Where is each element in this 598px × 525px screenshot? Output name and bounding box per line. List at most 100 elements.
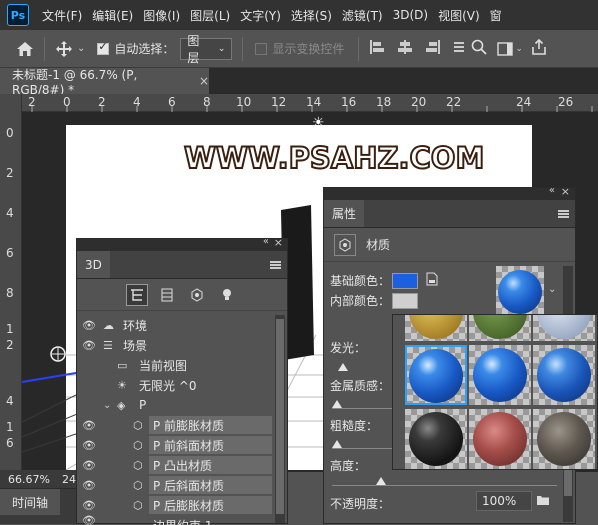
- chevron-down-icon[interactable]: ⌄: [77, 43, 85, 54]
- base-color-swatch[interactable]: [392, 272, 419, 289]
- home-icon[interactable]: [12, 41, 38, 57]
- scrollbar-thumb[interactable]: [276, 319, 284, 514]
- chevron-down-icon[interactable]: ⌄: [548, 284, 556, 295]
- inner-color-row: 内部颜色：: [330, 292, 419, 309]
- visibility-eye-icon[interactable]: 👁: [81, 479, 97, 492]
- material-preview-thumbnail[interactable]: [496, 266, 544, 318]
- ruler-top-label: 14: [306, 95, 322, 109]
- metal-slider-track[interactable]: [332, 408, 396, 409]
- panel-menu-icon[interactable]: [270, 261, 281, 269]
- tree-row-environment[interactable]: 👁 ☁ 环境: [77, 315, 272, 335]
- glow-slider-knob[interactable]: [338, 363, 348, 371]
- chevron-down-icon[interactable]: ⌄: [103, 400, 111, 411]
- close-panel-icon[interactable]: ×: [274, 236, 283, 249]
- roughness-slider-knob[interactable]: [332, 440, 342, 448]
- tree-row-scene[interactable]: 👁 ☰ 场景: [77, 335, 272, 355]
- scene-filter-icon[interactable]: [126, 283, 148, 306]
- visibility-eye-icon[interactable]: 👁: [81, 339, 97, 352]
- tree-row-mesh[interactable]: ⌄ ◈ P: [77, 395, 272, 415]
- camera-icon: ▭: [117, 358, 128, 372]
- panel-menu-icon[interactable]: [558, 210, 569, 218]
- search-icon[interactable]: [471, 39, 488, 58]
- mesh-filter-icon[interactable]: [156, 284, 178, 306]
- material-swatch[interactable]: [533, 345, 595, 405]
- visibility-eye-icon[interactable]: 👁: [81, 439, 97, 452]
- 3d-axis-widget[interactable]: [22, 342, 82, 462]
- material-swatch[interactable]: [405, 409, 467, 469]
- move-tool-icon[interactable]: ⌄: [55, 40, 85, 58]
- menu-edit[interactable]: 编辑(E): [87, 7, 138, 24]
- light-filter-icon[interactable]: [216, 284, 238, 306]
- workspace-icon[interactable]: ⌄: [497, 41, 523, 56]
- collapse-icon[interactable]: «: [549, 185, 555, 196]
- roughness-slider-track[interactable]: [332, 448, 396, 449]
- tree-row-material[interactable]: 👁 ⬡ P 后膨胀材质: [77, 495, 272, 515]
- panel-collapse-strip[interactable]: « ×: [324, 185, 575, 200]
- menu-3d[interactable]: 3D(D): [388, 8, 433, 22]
- material-swatch[interactable]: [405, 315, 467, 341]
- height-slider-track[interactable]: [332, 485, 557, 486]
- close-icon[interactable]: ×: [199, 74, 209, 88]
- ruler-vertical[interactable]: 0 2 4 6 8 1 2 4 1 6: [0, 94, 22, 474]
- collapse-icon[interactable]: «: [263, 236, 269, 247]
- menu-layer[interactable]: 图层(L): [185, 7, 235, 24]
- menu-view[interactable]: 视图(V): [433, 7, 485, 24]
- ruler-left-label: 6: [6, 436, 14, 450]
- material-swatch[interactable]: [469, 345, 531, 405]
- menu-image[interactable]: 图像(I): [138, 7, 185, 24]
- timeline-panel: 时间轴: [0, 488, 80, 524]
- visibility-eye-icon[interactable]: 👁: [81, 319, 97, 332]
- align-left-icon[interactable]: [369, 39, 385, 58]
- menu-window[interactable]: 窗: [485, 7, 507, 24]
- tree-row-current-view[interactable]: ▭ 当前视图: [77, 355, 272, 375]
- tree-row-label: P 前斜面材质: [153, 438, 225, 453]
- texture-file-icon[interactable]: [426, 272, 438, 289]
- tree-row-material[interactable]: 👁 ⬡ P 凸出材质: [77, 455, 272, 475]
- metal-slider-knob[interactable]: [332, 400, 342, 408]
- distribute-icon[interactable]: [453, 39, 465, 58]
- tab-3d[interactable]: 3D: [77, 251, 110, 278]
- folder-icon[interactable]: [536, 494, 550, 509]
- auto-select-target-dropdown[interactable]: 图层 ⌄: [180, 34, 233, 65]
- menu-file[interactable]: 文件(F): [37, 7, 87, 24]
- material-swatch[interactable]: [533, 315, 595, 341]
- menu-filter[interactable]: 滤镜(T): [337, 7, 388, 24]
- inner-color-swatch[interactable]: [392, 292, 419, 309]
- material-filter-icon[interactable]: [186, 284, 208, 306]
- tab-properties[interactable]: 属性: [324, 200, 365, 227]
- visibility-eye-icon[interactable]: 👁: [81, 499, 97, 512]
- ruler-top-label: 8: [203, 95, 211, 109]
- menu-select[interactable]: 选择(S): [286, 7, 337, 24]
- close-panel-icon[interactable]: ×: [561, 185, 570, 198]
- material-swatch[interactable]: [469, 315, 531, 341]
- tree-row-infinite-light[interactable]: ☀ 无限光 ^0: [77, 375, 272, 395]
- blue-matte-material-sphere: [537, 348, 591, 402]
- auto-select-checkbox[interactable]: [97, 40, 110, 55]
- show-transform-checkbox[interactable]: [255, 42, 268, 55]
- material-icon: ⬡: [133, 478, 143, 492]
- opacity-input[interactable]: 100%: [476, 491, 532, 511]
- height-slider-knob[interactable]: [376, 477, 386, 485]
- timeline-tab-label: 时间轴: [12, 495, 49, 510]
- align-center-icon[interactable]: [397, 39, 413, 58]
- share-icon[interactable]: [531, 38, 547, 58]
- visibility-eye-icon[interactable]: 👁: [81, 459, 97, 472]
- material-swatch[interactable]: [533, 409, 595, 469]
- tree-row-material[interactable]: 👁 ⬡ P 前膨胀材质: [77, 415, 272, 435]
- align-right-icon[interactable]: [425, 39, 441, 58]
- tree-row-material[interactable]: 👁 ⬡ P 前斜面材质: [77, 435, 272, 455]
- ruler-horizontal[interactable]: 2 0 2 4 6 8 10 12 14 16 18 20 22 24 26: [22, 94, 598, 112]
- visibility-eye-icon[interactable]: 👁: [81, 419, 97, 432]
- panel-collapse-strip[interactable]: « ×: [77, 236, 287, 251]
- stone-material-sphere: [537, 412, 591, 466]
- separator: [44, 36, 45, 61]
- zoom-level[interactable]: 66.67%: [8, 473, 50, 486]
- light-widget-icon[interactable]: ☀: [312, 115, 325, 131]
- document-tab[interactable]: 未标题-1 @ 66.7% (P, RGB/8#) * ×: [0, 68, 210, 97]
- menu-type[interactable]: 文字(Y): [235, 7, 286, 24]
- material-swatch-selected[interactable]: [405, 345, 467, 405]
- material-swatch[interactable]: [469, 409, 531, 469]
- tree-row-material[interactable]: 👁 ⬡ P 后斜面材质: [77, 475, 272, 495]
- timeline-tab[interactable]: 时间轴: [0, 489, 60, 515]
- 3d-panel-scrollbar[interactable]: [275, 315, 285, 523]
